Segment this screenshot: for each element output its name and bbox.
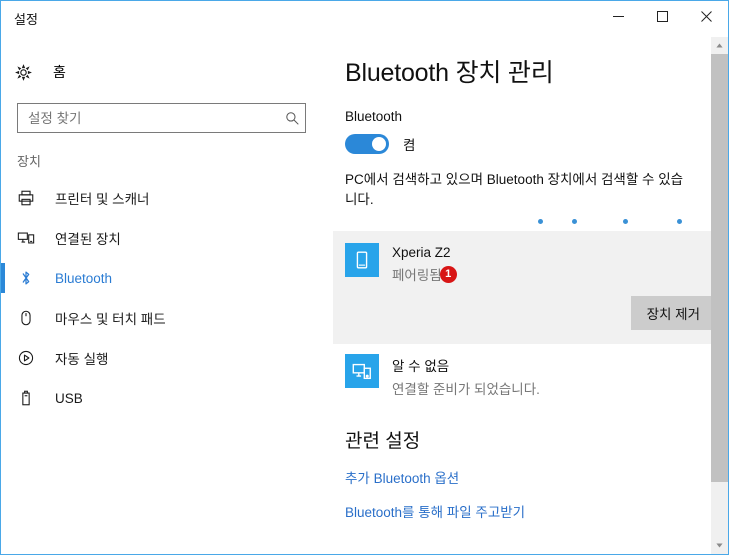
- device-status-row: 페어링됨 1: [392, 264, 457, 284]
- sidebar-item-label: USB: [55, 390, 83, 406]
- vertical-scrollbar[interactable]: [711, 37, 728, 554]
- device-name: 알 수 없음: [392, 359, 450, 375]
- search-input[interactable]: [18, 110, 279, 126]
- usb-icon: [17, 389, 43, 407]
- progress-dot: [572, 219, 577, 224]
- scroll-up-arrow-icon[interactable]: [711, 37, 728, 54]
- bluetooth-icon: [17, 269, 43, 287]
- discovery-progress-dots: [538, 219, 688, 229]
- sidebar-group-title: 장치: [17, 154, 41, 169]
- sidebar-item-label: 프린터 및 스캐너: [55, 192, 150, 207]
- window-controls: [596, 1, 728, 31]
- toggle-knob: [372, 137, 386, 151]
- toggle-state-label: 켬: [403, 138, 416, 153]
- page-title: Bluetooth 장치 관리: [345, 59, 554, 87]
- connected-devices-icon: [17, 229, 43, 247]
- related-settings-title: 관련 설정: [345, 431, 421, 453]
- minimize-button[interactable]: [596, 1, 640, 31]
- device-list-item[interactable]: 알 수 없음 연결할 준비가 되었습니다.: [333, 344, 728, 398]
- sidebar-item-connected-devices[interactable]: 연결된 장치: [1, 218, 333, 258]
- sidebar-item-autoplay[interactable]: 자동 실행: [1, 338, 333, 378]
- close-button[interactable]: [684, 1, 728, 31]
- phone-icon: [345, 243, 379, 278]
- sidebar-item-mouse-touchpad[interactable]: 마우스 및 터치 패드: [1, 298, 333, 338]
- autoplay-icon: [17, 349, 43, 367]
- device-name: Xperia Z2: [392, 245, 451, 261]
- progress-dot: [623, 219, 628, 224]
- maximize-button[interactable]: [640, 1, 684, 31]
- connected-devices-icon: [345, 354, 379, 389]
- sidebar-item-printers-scanners[interactable]: 프린터 및 스캐너: [1, 178, 333, 218]
- search-box[interactable]: [17, 103, 306, 133]
- sidebar-item-label: 자동 실행: [55, 352, 109, 367]
- related-link-bluetooth-options[interactable]: 추가 Bluetooth 옵션: [345, 467, 728, 487]
- bluetooth-toggle[interactable]: [345, 134, 389, 154]
- device-status: 페어링됨: [392, 268, 442, 284]
- title-bar: 설정: [1, 1, 728, 37]
- sidebar-item-label: 연결된 장치: [55, 232, 121, 247]
- sidebar-home-label: 홈: [53, 64, 66, 80]
- device-list-item[interactable]: Xperia Z2 페어링됨 1: [333, 231, 728, 285]
- gear-icon: [15, 63, 41, 81]
- window-body: 홈 장치: [1, 37, 728, 554]
- minimize-icon: [612, 15, 624, 17]
- bluetooth-toggle-row: 켬: [345, 134, 728, 154]
- sidebar: 홈 장치: [1, 37, 333, 554]
- search-icon[interactable]: [279, 111, 305, 126]
- settings-window: 설정 홈 설정 찾기 장치 프린터 및 스캐너 연결된 장치 Bluetooth…: [0, 0, 729, 555]
- bluetooth-description: PC에서 검색하고 있으며 Bluetooth 장치에서 검색할 수 있습니다.: [345, 172, 684, 207]
- progress-dot: [538, 219, 543, 224]
- scrollbar-thumb[interactable]: [711, 54, 728, 482]
- device-status: 연결할 준비가 되었습니다.: [392, 382, 540, 398]
- close-icon: [700, 10, 712, 22]
- remove-device-button[interactable]: 장치 제거: [630, 296, 716, 331]
- bluetooth-section-label: Bluetooth: [345, 109, 403, 124]
- content-pane: Bluetooth 장치 관리 Bluetooth 켬 PC에서 검색하고 있으…: [333, 37, 728, 554]
- device-status-row: 연결할 준비가 되었습니다.: [392, 378, 540, 398]
- device-text: Xperia Z2 페어링됨 1: [392, 243, 457, 284]
- device-actions: 장치 제거: [333, 284, 728, 345]
- device-text: 알 수 없음 연결할 준비가 되었습니다.: [392, 354, 540, 398]
- printer-icon: [17, 189, 43, 207]
- scroll-down-arrow-icon[interactable]: [711, 537, 728, 554]
- status-badge: 1: [439, 265, 457, 283]
- mouse-icon: [17, 309, 43, 327]
- sidebar-item-label: Bluetooth: [55, 270, 113, 286]
- sidebar-item-usb[interactable]: USB: [1, 378, 333, 418]
- sidebar-item-label: 마우스 및 터치 패드: [55, 312, 166, 327]
- app-title: 설정: [14, 12, 38, 27]
- progress-dot: [677, 219, 682, 224]
- sidebar-item-bluetooth[interactable]: Bluetooth: [1, 258, 333, 298]
- related-link-send-receive-files[interactable]: Bluetooth를 통해 파일 주고받기: [345, 501, 728, 521]
- device-list: Xperia Z2 페어링됨 1 장치 제거 알 수 없음 연결할 준비가 되었…: [333, 231, 728, 398]
- maximize-icon: [656, 10, 668, 22]
- sidebar-item-home[interactable]: 홈: [1, 55, 333, 89]
